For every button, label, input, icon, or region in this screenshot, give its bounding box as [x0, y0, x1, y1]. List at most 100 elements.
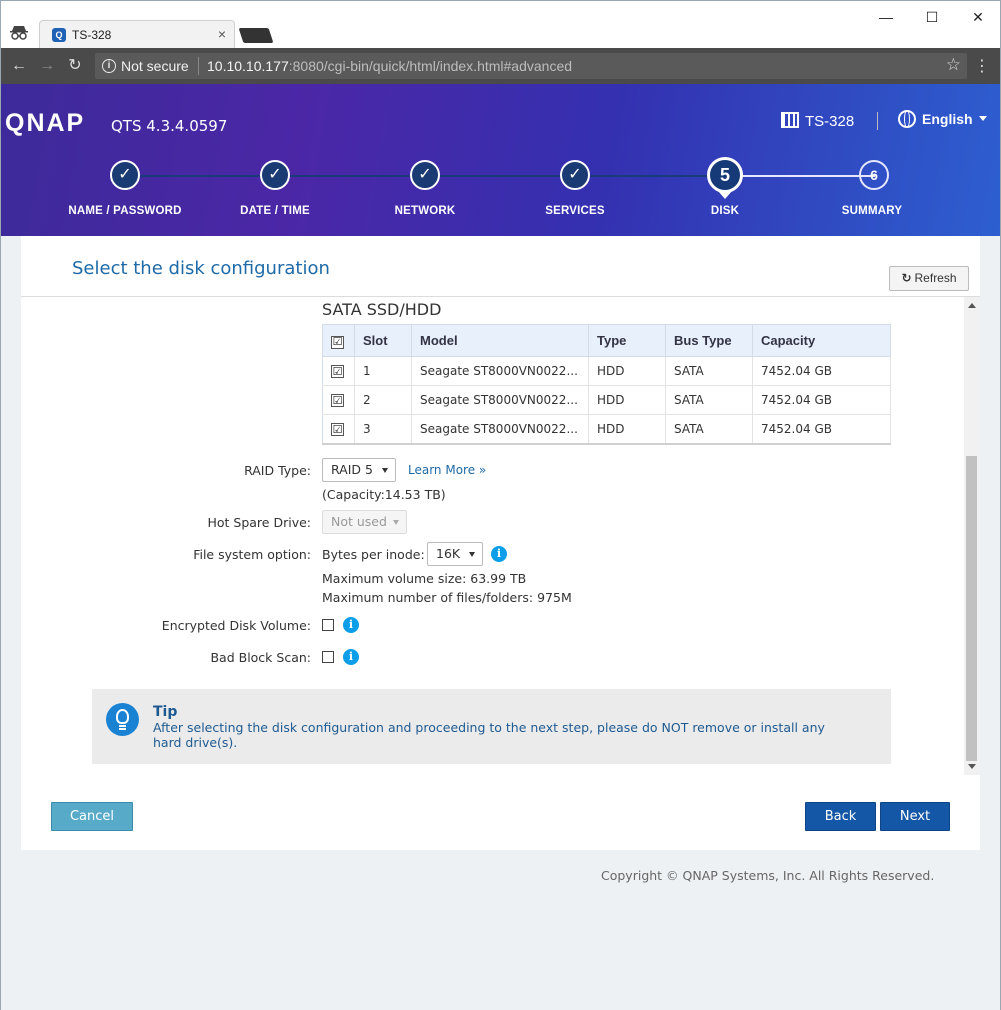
qnap-favicon-icon: Q [52, 28, 66, 42]
encrypted-volume-checkbox[interactable] [322, 619, 334, 631]
language-selector[interactable]: English [898, 110, 973, 128]
cell-type: HDD [588, 356, 666, 386]
raid-type-value: RAID 5 [331, 462, 373, 477]
copyright-text: Copyright © QNAP Systems, Inc. All Right… [601, 868, 935, 883]
cancel-button[interactable]: Cancel [51, 802, 133, 831]
lightbulb-icon [106, 703, 139, 736]
cell-bus-type: SATA [665, 385, 753, 415]
refresh-label: Refresh [914, 271, 957, 285]
lightbulb-glass [116, 709, 129, 724]
bad-block-scan-label: Bad Block Scan: [210, 650, 311, 665]
table-header-row: ☑ Slot Model Type Bus Type Capacity [322, 324, 891, 357]
window-minimize-icon[interactable]: — [871, 7, 901, 27]
raid-type-select[interactable]: RAID 5 [322, 458, 396, 482]
window-close-icon[interactable]: ✕ [963, 7, 993, 27]
address-separator [198, 57, 199, 75]
disk-table: ☑ Slot Model Type Bus Type Capacity ☑ 1 … [322, 324, 891, 445]
max-volume-size: Maximum volume size: 63.99 TB [322, 571, 527, 586]
hot-spare-caret-icon [393, 520, 399, 525]
browser-menu-icon[interactable]: ⋮ [974, 56, 990, 76]
forward-arrow-icon[interactable]: → [37, 56, 57, 76]
wizard-header: QNAP QTS 4.3.4.0597 TS-328 English ✓ NAM… [1, 84, 1000, 236]
raid-type-label: RAID Type: [244, 463, 311, 478]
step-1-label: NAME / PASSWORD [68, 205, 182, 217]
tab-title: TS-328 [72, 28, 112, 42]
new-tab-button[interactable] [238, 28, 274, 43]
bad-block-info-icon[interactable]: i [343, 649, 359, 665]
step-4-check-icon: ✓ [560, 160, 590, 190]
address-bar[interactable]: i Not secure 10.10.10.177:8080/cgi-bin/q… [95, 53, 967, 79]
language-caret-icon[interactable] [979, 116, 987, 121]
hot-spare-label: Hot Spare Drive: [207, 515, 311, 530]
encrypted-info-icon[interactable]: i [343, 617, 359, 633]
max-files-folders: Maximum number of files/folders: 975M [322, 590, 572, 605]
browser-tab[interactable]: Q TS-328 × [39, 20, 235, 49]
tip-text: After selecting the disk configuration a… [153, 720, 825, 750]
scroll-down-arrow-icon[interactable] [968, 764, 976, 769]
scrollbar-thumb[interactable] [966, 456, 977, 761]
encrypted-volume-label: Encrypted Disk Volume: [161, 618, 311, 633]
cell-type: HDD [588, 385, 666, 415]
device-model: TS-328 [781, 112, 854, 130]
bytes-per-inode-value: 16K [436, 546, 461, 561]
bytes-per-inode-select[interactable]: 16K [427, 542, 483, 566]
cell-model: Seagate ST8000VN0022... [411, 414, 589, 445]
nas-device-icon [781, 112, 799, 128]
bad-block-scan-checkbox[interactable] [322, 651, 334, 663]
table-row[interactable]: ☑ 1 Seagate ST8000VN0022... HDD SATA 745… [322, 356, 891, 386]
bookmark-star-icon[interactable]: ☆ [946, 55, 961, 75]
select-all-checkbox[interactable]: ☑ [322, 324, 355, 357]
cell-bus-type: SATA [665, 356, 753, 386]
refresh-icon: ↻ [901, 271, 912, 285]
globe-icon [898, 110, 916, 128]
next-button[interactable]: Next [880, 802, 950, 831]
header-capacity: Capacity [752, 324, 891, 357]
cell-capacity: 7452.04 GB [752, 385, 891, 415]
hot-spare-select[interactable]: Not used [322, 510, 407, 534]
back-arrow-icon[interactable]: ← [9, 56, 29, 76]
step-4-label: SERVICES [545, 205, 605, 217]
step-5-label: DISK [710, 205, 740, 217]
url-path: :8080/cgi-bin/quick/html/index.html#adva… [288, 58, 573, 74]
table-row[interactable]: ☑ 3 Seagate ST8000VN0022... HDD SATA 745… [322, 414, 891, 445]
section-title: SATA SSD/HDD [322, 300, 442, 319]
step-remaining-line [725, 175, 875, 177]
cell-type: HDD [588, 414, 666, 445]
step-2-check-icon: ✓ [260, 160, 290, 190]
step-1-check-icon: ✓ [110, 160, 140, 190]
header-type: Type [588, 324, 666, 357]
cell-slot: 3 [354, 414, 412, 445]
learn-more-link[interactable]: Learn More » [408, 463, 486, 477]
inode-info-icon[interactable]: i [491, 546, 507, 562]
firmware-version: QTS 4.3.4.0597 [111, 117, 228, 135]
reload-icon[interactable]: ↻ [65, 56, 85, 76]
hot-spare-value: Not used [331, 514, 387, 529]
qnap-logo: QNAP [5, 109, 86, 137]
back-button[interactable]: Back [805, 802, 876, 831]
wizard-panel: Select the disk configuration ↻ Refresh S… [21, 236, 980, 850]
page-title: Select the disk configuration [72, 258, 330, 279]
site-info-icon[interactable]: i [102, 59, 116, 73]
language-label: English [922, 111, 973, 127]
bytes-per-inode-label: Bytes per inode: [322, 547, 425, 562]
fs-option-label: File system option: [193, 547, 311, 562]
row-checkbox[interactable]: ☑ [322, 414, 355, 445]
tab-close-icon[interactable]: × [218, 26, 226, 42]
refresh-button[interactable]: ↻ Refresh [889, 266, 969, 291]
cell-slot: 1 [354, 356, 412, 386]
browser-toolbar: ← → ↻ i Not secure 10.10.10.177:8080/cgi… [0, 48, 1001, 84]
cell-capacity: 7452.04 GB [752, 414, 891, 445]
incognito-icon [9, 23, 29, 41]
table-row[interactable]: ☑ 2 Seagate ST8000VN0022... HDD SATA 745… [322, 385, 891, 415]
url-host: 10.10.10.177 [207, 58, 289, 74]
header-model: Model [411, 324, 589, 357]
cell-model: Seagate ST8000VN0022... [411, 356, 589, 386]
row-checkbox[interactable]: ☑ [322, 385, 355, 415]
step-2-label: DATE / TIME [240, 205, 310, 217]
window-maximize-icon[interactable]: ☐ [917, 7, 947, 27]
tip-box: Tip After selecting the disk configurati… [92, 689, 891, 764]
vertical-scrollbar[interactable] [964, 297, 980, 775]
header-divider [877, 112, 878, 130]
row-checkbox[interactable]: ☑ [322, 356, 355, 386]
scroll-up-arrow-icon[interactable] [968, 303, 976, 308]
